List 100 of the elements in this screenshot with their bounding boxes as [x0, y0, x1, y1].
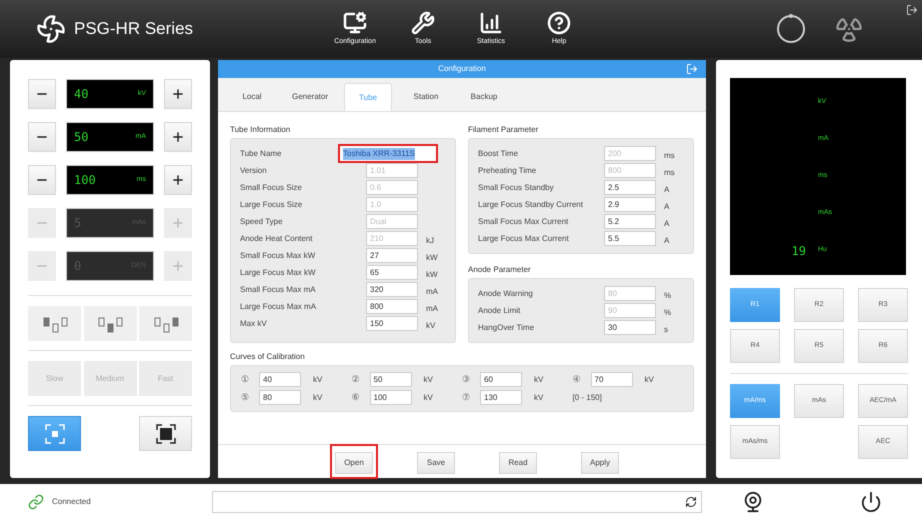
input-field[interactable]: 50 — [370, 372, 412, 387]
input-field[interactable]: 2.9 — [604, 197, 656, 212]
point-number: ① — [241, 372, 250, 386]
plus-button[interactable] — [164, 79, 192, 109]
power-icon[interactable] — [860, 490, 882, 512]
point-number: ⑦ — [462, 390, 471, 404]
input-field[interactable]: 100 — [370, 390, 412, 405]
input-field[interactable]: 70 — [590, 372, 632, 387]
field-label: Small Focus Standby — [478, 182, 555, 194]
radiation-icon — [835, 15, 864, 43]
input-field[interactable]: 65 — [366, 265, 418, 280]
field-label: Small Focus Max kW — [240, 250, 316, 262]
unit-label: mA — [426, 286, 438, 296]
field-label: Speed Type — [240, 216, 284, 228]
field-label: Small Focus Max Current — [478, 216, 570, 228]
field-label: Large Focus Size — [240, 198, 304, 210]
input-field[interactable]: 30 — [604, 320, 656, 335]
input-field[interactable]: 130 — [480, 390, 522, 405]
focus-frame-icon — [44, 422, 66, 444]
field-label: Small Focus Size — [240, 182, 303, 194]
logo-icon — [36, 14, 66, 44]
refresh-icon[interactable] — [685, 496, 697, 508]
unit-label: A — [664, 184, 670, 194]
input-field[interactable]: 150 — [366, 316, 418, 331]
help-icon — [547, 10, 572, 35]
field-label: Version — [240, 164, 268, 176]
point-number: ⑥ — [352, 390, 360, 404]
field-label: Large Focus Max kW — [240, 266, 317, 278]
close-icon[interactable] — [686, 63, 698, 75]
field-label: Tube Name — [240, 148, 282, 160]
unit-label: ms — [664, 150, 675, 160]
plus-button[interactable] — [164, 165, 192, 195]
input-field[interactable]: 27 — [366, 248, 418, 263]
unit-label: ms — [664, 168, 675, 176]
action-button[interactable]: Open — [335, 452, 373, 474]
action-button[interactable]: Read — [499, 452, 537, 474]
unit-label: A — [664, 218, 670, 228]
field-label: Large Focus Max Current — [478, 232, 570, 244]
dialog-title: Configuration — [438, 63, 486, 75]
action-button[interactable]: Apply — [581, 452, 619, 474]
input-field[interactable]: 5.5 — [604, 231, 656, 246]
section-title: Curves of Calibration — [230, 351, 306, 363]
field-label: Anode Warning — [478, 288, 534, 300]
app-title: PSG-HR Series — [74, 18, 194, 40]
tab[interactable]: Local — [228, 83, 276, 111]
input-field[interactable]: 2.5 — [604, 180, 656, 195]
unit-label: kV — [424, 392, 433, 404]
input-field[interactable]: 80 — [259, 390, 301, 405]
field-label: Large Focus Standby Current — [478, 198, 584, 210]
unit-label: kV — [534, 392, 544, 404]
field-label: Large Focus Max mA — [240, 300, 318, 312]
input-field[interactable]: Toshiba XRR-3311S — [338, 144, 438, 163]
range-hint: [0 - 150] — [572, 392, 603, 404]
focal-position-icon — [152, 314, 178, 332]
plus-icon — [171, 173, 185, 187]
input-field[interactable]: 60 — [480, 372, 522, 387]
point-number: ② — [352, 372, 360, 386]
field-label: Small Focus Max mA — [240, 284, 317, 296]
plus-icon — [171, 87, 185, 101]
tab[interactable]: Generator — [286, 83, 334, 111]
focal-position-icon — [42, 314, 68, 332]
plus-icon — [171, 259, 185, 273]
reading-value: 19 — [792, 242, 806, 260]
plus-icon — [171, 216, 185, 230]
input-field[interactable]: 800 — [366, 299, 418, 314]
unit-label: kW — [426, 252, 438, 262]
minus-button[interactable] — [28, 165, 56, 195]
field-label: Preheating Time — [478, 164, 538, 176]
unit-label: % — [664, 308, 672, 316]
field-label: Anode Limit — [478, 304, 522, 316]
unit-label: kJ — [426, 236, 434, 244]
point-number: ④ — [572, 372, 582, 386]
plus-icon — [171, 130, 185, 144]
unit-label: mA — [426, 304, 438, 312]
unit-label: % — [664, 290, 672, 300]
point-number: ③ — [462, 372, 471, 386]
focal-position-icon — [97, 314, 123, 332]
unit-label: kV — [644, 374, 654, 386]
webcam-icon[interactable] — [742, 490, 764, 512]
action-button[interactable]: Save — [417, 452, 455, 474]
exit-icon[interactable] — [906, 4, 918, 16]
tab[interactable]: Backup — [460, 83, 508, 111]
section-title: Anode Parameter — [468, 264, 532, 276]
link-icon — [28, 494, 44, 510]
plus-button[interactable] — [164, 122, 192, 152]
unit-label: kV — [426, 320, 436, 330]
unit-label: kV — [534, 374, 544, 386]
point-number: ⑤ — [241, 390, 250, 404]
input-field[interactable]: 5.2 — [604, 214, 656, 229]
unit-label: kV — [424, 374, 433, 386]
unit-label: A — [664, 202, 670, 210]
tab[interactable]: Station — [402, 83, 450, 111]
input-field[interactable]: 320 — [366, 282, 418, 297]
unit-label: kW — [426, 270, 438, 278]
section-title: Tube Information — [230, 124, 292, 136]
input-field[interactable]: 40 — [259, 372, 301, 387]
message-field[interactable] — [212, 490, 702, 512]
minus-button[interactable] — [28, 79, 56, 109]
minus-button[interactable] — [28, 122, 56, 152]
field-label: Max kV — [240, 318, 268, 330]
